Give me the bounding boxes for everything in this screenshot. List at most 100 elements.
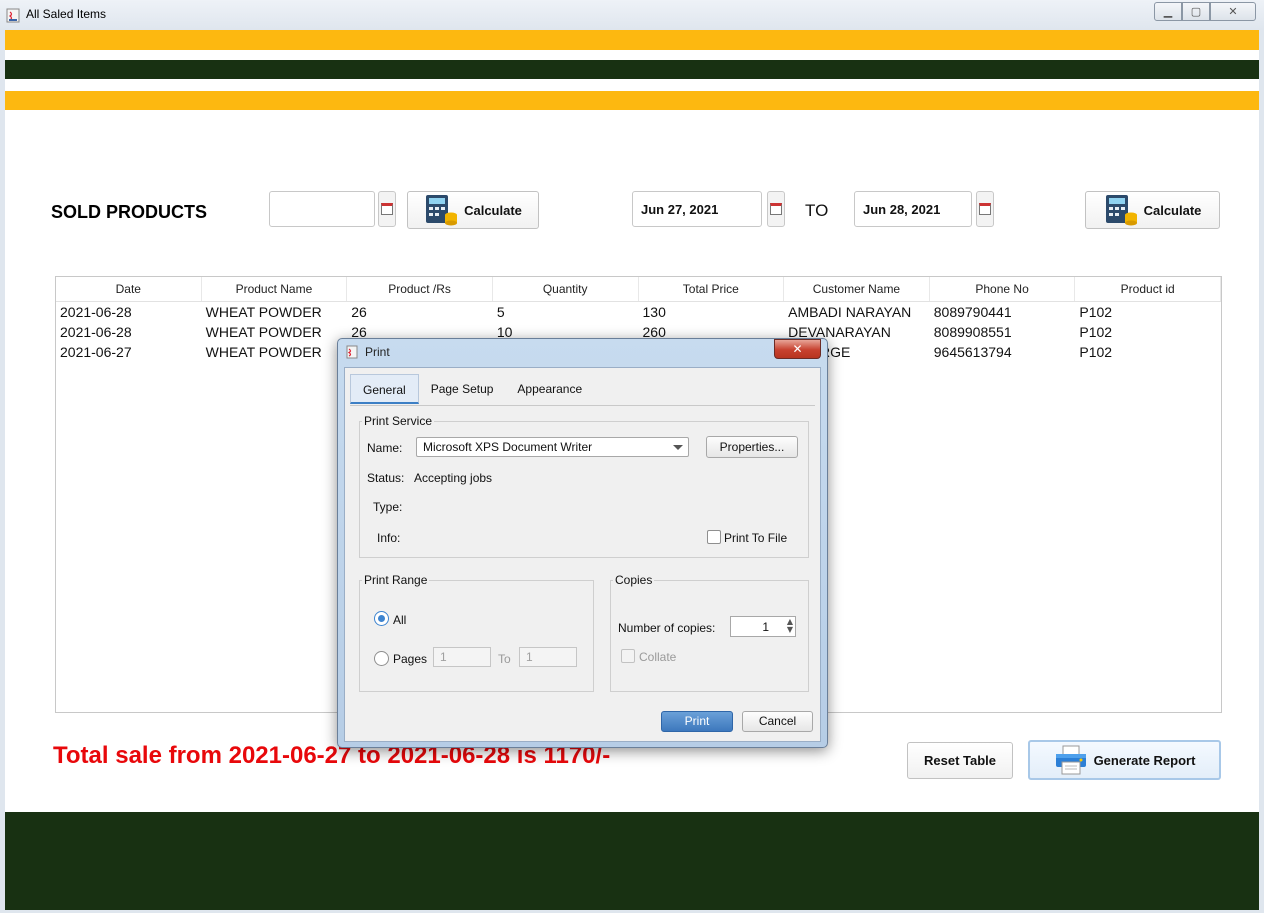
to-date-picker-button[interactable] [976,191,994,227]
tab-divider [350,405,815,406]
printer-icon [1055,745,1086,775]
window-title: All Saled Items [26,7,107,21]
calculate-range-label: Calculate [1143,202,1202,218]
range-pages-radio[interactable] [374,651,389,666]
status-value: Accepting jobs [414,471,493,485]
table-header: Date Product Name Product /Rs Quantity T… [56,277,1221,302]
column-header-product-rs[interactable]: Product /Rs [347,277,493,301]
collate-label: Collate [639,650,677,664]
app-window: All Saled Items ▁ ▢ ✕ SOLD PRODUCTS Calc… [0,0,1264,913]
column-header-quantity[interactable]: Quantity [493,277,639,301]
copies-value: 1 [762,620,769,634]
status-label: Status: [367,471,405,485]
copies-label: Copies [613,573,655,587]
calendar-icon [381,203,393,215]
table-cell: WHEAT POWDER [205,304,322,320]
table-cell: 8089790441 [933,304,1012,320]
tab-general-label: General [363,383,406,397]
page-title: SOLD PRODUCTS [51,202,208,222]
table-cell: 2021-06-27 [60,344,132,360]
table-cell: 9645613794 [933,344,1012,360]
table-cell: 2021-06-28 [60,324,132,340]
column-header-customer-name[interactable]: Customer Name [784,277,930,301]
header-stripe-yellow-top [5,30,1259,50]
dialog-title: Print [365,345,390,359]
printer-name-select[interactable]: Microsoft XPS Document Writer [416,437,689,457]
info-label: Info: [377,531,401,545]
to-date-field[interactable]: Jun 28, 2021 [854,191,972,227]
tab-page-setup-label: Page Setup [430,382,494,396]
java-icon [346,345,358,359]
table-cell: 5 [496,304,505,320]
column-header-date[interactable]: Date [56,277,202,301]
calendar-icon [770,203,782,215]
range-all-label: All [393,613,407,627]
reset-table-button[interactable]: Reset Table [907,742,1013,779]
spinner-arrows-icon[interactable]: ▲ ▼ [787,618,793,634]
table-cell: 2021-06-28 [60,304,132,320]
column-header-phone-no[interactable]: Phone No [930,277,1076,301]
range-all-radio[interactable] [374,611,389,626]
calculator-icon [1105,195,1137,226]
tab-appearance[interactable]: Appearance [505,374,594,404]
calculate-single-button[interactable]: Calculate [407,191,539,229]
minimize-button[interactable]: ▁ [1154,2,1182,21]
pages-to-input[interactable]: 1 [519,647,577,667]
reset-table-label: Reset Table [923,753,996,768]
close-button[interactable]: ✕ [1210,2,1256,21]
name-label: Name: [367,441,403,455]
single-date-field[interactable] [269,191,375,227]
header-stripe-yellow-bottom [5,91,1259,110]
printer-name-value: Microsoft XPS Document Writer [423,440,593,454]
calculate-single-label: Calculate [464,202,522,218]
title-bar: All Saled Items ▁ ▢ ✕ [0,0,1264,30]
collate-checkbox[interactable] [621,649,635,663]
calculator-icon [426,195,458,226]
java-icon [6,8,20,23]
print-to-file-label: Print To File [724,531,788,545]
calculate-range-button[interactable]: Calculate [1085,191,1220,229]
table-cell: 130 [642,304,666,320]
pages-from-input[interactable]: 1 [433,647,491,667]
maximize-icon: ▢ [1190,5,1202,18]
maximize-button[interactable]: ▢ [1182,2,1210,21]
table-cell: P102 [1079,304,1113,320]
properties-button[interactable]: Properties... [706,436,798,458]
print-service-label: Print Service [362,414,435,428]
print-button[interactable]: Print [661,711,733,732]
table-cell: AMBADI NARAYAN [788,304,912,320]
column-header-total-price[interactable]: Total Price [639,277,785,301]
properties-label: Properties... [719,440,785,454]
header-stripe-green [5,60,1259,79]
close-icon: ✕ [1228,5,1238,18]
footer-band [5,812,1259,910]
print-dialog: Print ✕ General Page Setup Appearance Pr… [337,338,828,748]
column-header-product-name[interactable]: Product Name [202,277,348,301]
pages-to-label: To [498,652,511,666]
chevron-down-icon [673,445,683,450]
tab-page-setup[interactable]: Page Setup [419,374,506,404]
copies-spinner[interactable]: 1 ▲ ▼ [730,616,796,637]
table-row[interactable]: 2021-06-28 WHEAT POWDER 26 5 130 AMBADI … [56,302,1221,322]
dialog-close-button[interactable]: ✕ [774,339,821,359]
single-date-picker-button[interactable] [378,191,396,227]
print-range-group [359,580,594,692]
calendar-icon [979,203,991,215]
print-to-file-checkbox[interactable] [707,530,721,544]
dialog-body: General Page Setup Appearance Print Serv… [344,367,821,742]
table-cell: 8089908551 [933,324,1012,340]
close-icon: ✕ [792,342,803,356]
cancel-button[interactable]: Cancel [742,711,813,732]
generate-report-button[interactable]: Generate Report [1028,740,1221,780]
from-date-picker-button[interactable] [767,191,785,227]
number-of-copies-label: Number of copies: [618,621,716,635]
cancel-label: Cancel [758,714,797,728]
from-date-field[interactable]: Jun 27, 2021 [632,191,762,227]
table-cell: WHEAT POWDER [205,324,322,340]
tab-general[interactable]: General [350,374,419,404]
print-label: Print [684,714,710,728]
column-header-product-id[interactable]: Product id [1075,277,1221,301]
minimize-icon: ▁ [1163,5,1173,18]
table-cell: P102 [1079,344,1113,360]
generate-report-label: Generate Report [1093,752,1196,768]
